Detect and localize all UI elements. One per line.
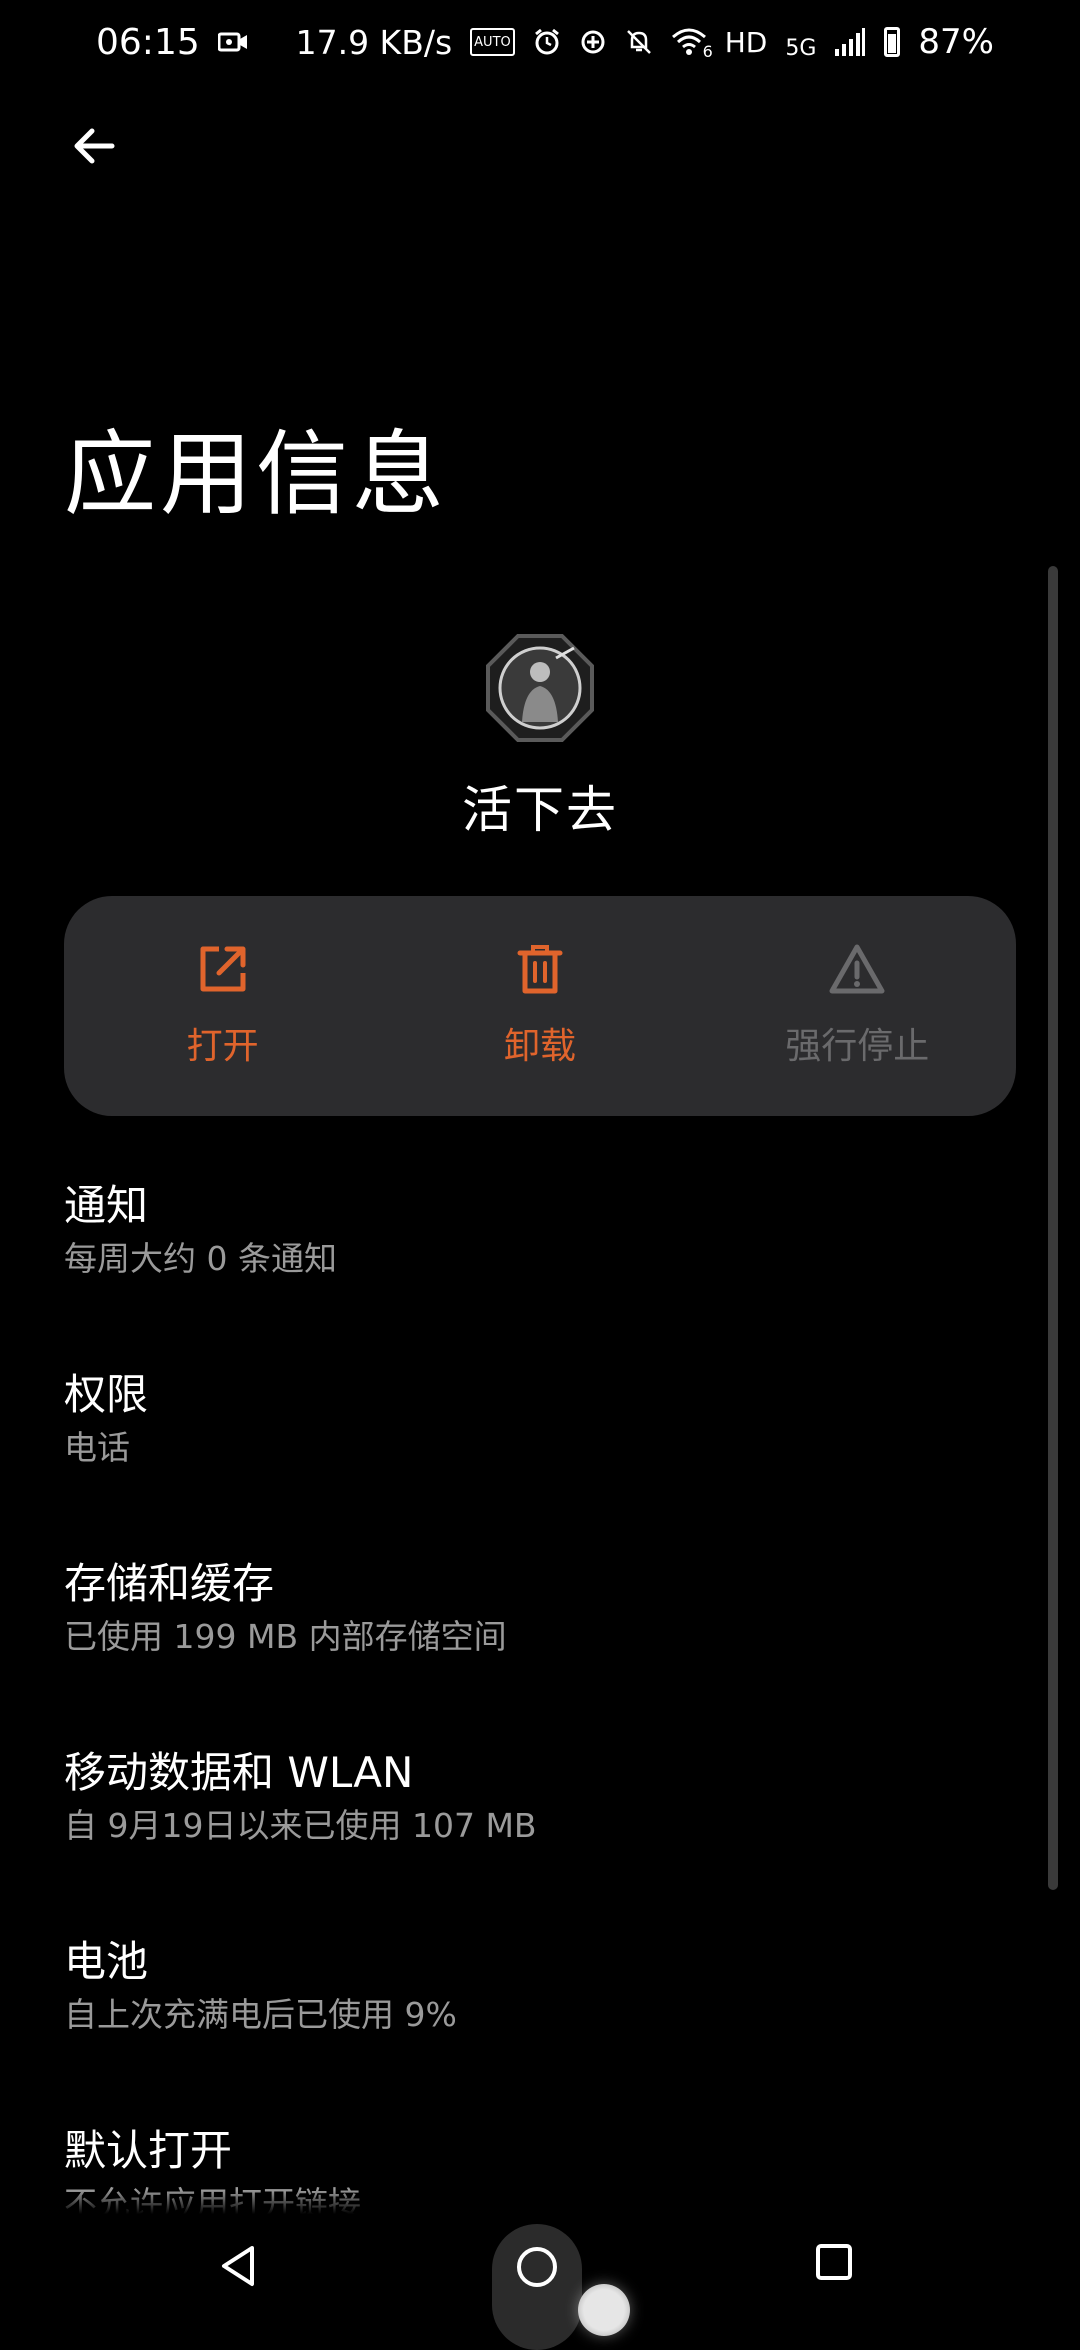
open-label: 打开 (186, 1026, 259, 1067)
force-stop-button[interactable]: 强行停止 (727, 943, 987, 1069)
setting-title: 通知 (64, 1181, 149, 1230)
setting-notifications[interactable]: 通知 每周大约 0 条通知 (64, 1170, 1024, 1359)
bell-off-icon (625, 28, 653, 56)
scrollbar[interactable] (1048, 566, 1058, 1890)
home-icon (517, 2247, 557, 2287)
page-title: 应用信息 (64, 421, 449, 528)
trash-icon (517, 945, 563, 994)
alarm-icon (533, 28, 561, 56)
back-icon (222, 2246, 254, 2286)
net-speed: 17.9 KB/s (295, 22, 453, 62)
action-panel: 打开 卸载 强行停止 (64, 896, 1016, 1116)
setting-title: 电池 (64, 1937, 149, 1986)
recents-icon (816, 2244, 852, 2280)
setting-subtitle: 自 9月19日以来已使用 107 MB (64, 1806, 537, 1845)
app-icon (486, 634, 594, 742)
network-type: 5G (785, 36, 817, 61)
app-name: 活下去 (462, 781, 618, 839)
setting-subtitle: 自上次充满电后已使用 9% (64, 1995, 457, 2034)
setting-title: 默认打开 (64, 2126, 233, 2175)
setting-subtitle: 每周大约 0 条通知 (64, 1239, 337, 1278)
warning-icon (829, 944, 885, 994)
auto-label: AUTO (474, 34, 511, 50)
back-button[interactable] (58, 110, 130, 182)
hd-badge: HD (724, 25, 768, 59)
nav-recents-button[interactable] (808, 2236, 860, 2288)
setting-title: 权限 (64, 1370, 149, 1419)
battery-percent: 87% (918, 22, 994, 62)
list-fade (0, 2190, 1080, 2214)
setting-subtitle: 电话 (64, 1428, 130, 1467)
screen-record-icon (217, 31, 248, 53)
setting-title: 存储和缓存 (64, 1559, 275, 1608)
arrow-left-icon (74, 128, 115, 164)
data-saver-icon (579, 28, 607, 56)
setting-battery[interactable]: 电池 自上次充满电后已使用 9% (64, 1926, 1024, 2115)
setting-title: 移动数据和 WLAN (64, 1748, 414, 1797)
setting-storage[interactable]: 存储和缓存 已使用 199 MB 内部存储空间 (64, 1548, 1024, 1737)
battery-icon (884, 27, 901, 57)
navigation-bar (0, 2214, 1080, 2350)
clock: 06:15 (96, 21, 200, 63)
nav-home-button[interactable] (509, 2239, 565, 2295)
status-bar: 06:15 17.9 KB/s AUTO 6 HD 5G 87% (0, 0, 1080, 84)
wifi-badge: 6 (702, 42, 713, 61)
signal-icon (834, 27, 866, 57)
open-button[interactable]: 打开 (93, 943, 353, 1069)
setting-subtitle: 已使用 199 MB 内部存储空间 (64, 1617, 507, 1656)
open-external-icon (200, 946, 246, 992)
uninstall-button[interactable]: 卸载 (410, 943, 670, 1069)
auto-brightness-icon: AUTO (470, 28, 515, 56)
touch-indicator (578, 2284, 630, 2336)
nav-back-button[interactable] (206, 2234, 270, 2298)
settings-list: 通知 每周大约 0 条通知 权限 电话 存储和缓存 已使用 199 MB 内部存… (64, 1170, 1024, 2304)
uninstall-label: 卸载 (503, 1026, 576, 1067)
setting-permissions[interactable]: 权限 电话 (64, 1359, 1024, 1548)
setting-mobile-data[interactable]: 移动数据和 WLAN 自 9月19日以来已使用 107 MB (64, 1737, 1024, 1926)
force-stop-label: 强行停止 (785, 1026, 930, 1067)
wifi-icon: 6 (671, 27, 713, 61)
